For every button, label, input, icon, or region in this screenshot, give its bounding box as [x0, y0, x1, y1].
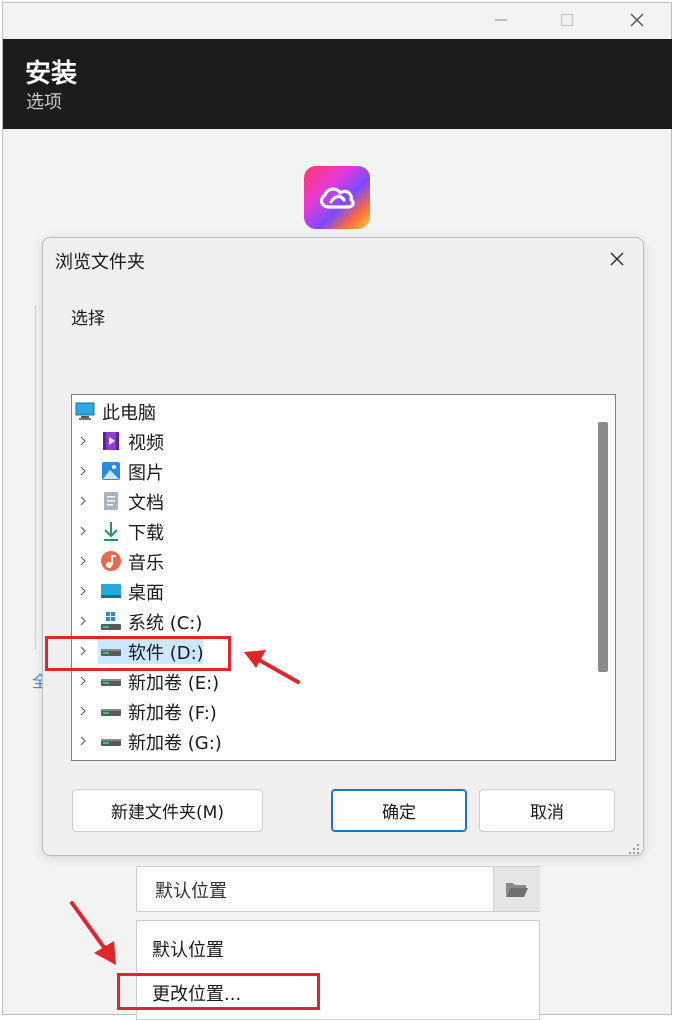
- pictures-folder-icon: [102, 462, 120, 480]
- creative-cloud-icon: [319, 187, 355, 209]
- tree-item-label: 视频: [128, 433, 164, 454]
- tree-item-label: 新加卷 (E:): [128, 673, 220, 694]
- chevron-right-icon[interactable]: [78, 616, 88, 626]
- tree-item-label: 音乐: [128, 553, 164, 574]
- computer-icon: [75, 402, 95, 420]
- tree-item-label: 图片: [128, 463, 164, 484]
- tree-item-label: 下载: [128, 523, 164, 544]
- desktop-folder-icon: [101, 584, 121, 598]
- maximize-icon: [560, 13, 574, 27]
- chevron-right-icon[interactable]: [78, 676, 88, 686]
- tree-item-label: 新加卷 (G:): [128, 733, 222, 754]
- chevron-right-icon[interactable]: [78, 466, 88, 476]
- chevron-right-icon[interactable]: [78, 496, 88, 506]
- close-icon: [610, 252, 624, 266]
- option-default-location[interactable]: 默认位置: [152, 936, 224, 962]
- tree-item-label: 桌面: [128, 583, 164, 604]
- tree-item[interactable]: 视频: [72, 427, 592, 455]
- documents-folder-icon: [104, 492, 118, 510]
- chevron-right-icon[interactable]: [78, 586, 88, 596]
- arrow-annotation-icon: [244, 650, 300, 684]
- minimize-icon: [495, 19, 507, 21]
- chevron-right-icon[interactable]: [78, 706, 88, 716]
- tree-item[interactable]: 新加卷 (G:): [72, 727, 592, 755]
- tree-item[interactable]: 文档: [72, 487, 592, 515]
- tree-scrollbar-thumb[interactable]: [598, 422, 608, 672]
- tree-item-label: 新加卷 (F:): [128, 703, 217, 724]
- location-value: 默认位置: [155, 881, 227, 902]
- cancel-button[interactable]: 取消: [479, 789, 615, 832]
- folder-open-icon: [506, 883, 528, 897]
- tree-item[interactable]: 系统 (C:): [72, 607, 592, 635]
- arrow-annotation-icon: [70, 901, 116, 965]
- chevron-right-icon[interactable]: [78, 436, 88, 446]
- resize-grip-icon[interactable]: [626, 841, 640, 855]
- video-folder-icon: [103, 432, 119, 450]
- minimize-button[interactable]: [478, 2, 524, 38]
- drive-icon: [101, 739, 121, 746]
- dialog-prompt: 选择: [71, 309, 105, 329]
- highlight-box-change-location: [117, 973, 320, 1010]
- chevron-right-icon[interactable]: [78, 736, 88, 746]
- close-icon: [630, 13, 644, 27]
- creative-cloud-logo: [304, 166, 370, 229]
- tree-item[interactable]: 音乐: [72, 547, 592, 575]
- system-drive-icon: [101, 612, 121, 630]
- tree-item[interactable]: 桌面: [72, 577, 592, 605]
- maximize-button[interactable]: [544, 2, 590, 38]
- installer-header: [3, 39, 672, 129]
- drive-icon: [101, 679, 121, 686]
- tree-item-label: 此电脑: [102, 403, 156, 424]
- header-title: 安装: [25, 59, 78, 89]
- tree-item[interactable]: 新加卷 (F:): [72, 697, 592, 725]
- highlight-box-drive-d: [45, 636, 231, 671]
- tree-item[interactable]: 图片: [72, 457, 592, 485]
- tree-item-label: 系统 (C:): [128, 613, 203, 634]
- chevron-right-icon[interactable]: [78, 556, 88, 566]
- tree-item[interactable]: 下载: [72, 517, 592, 545]
- browse-folder-button[interactable]: [493, 867, 540, 911]
- ok-button[interactable]: 确定: [331, 789, 467, 832]
- drive-icon: [101, 709, 121, 716]
- dialog-title: 浏览文件夹: [55, 252, 145, 273]
- download-folder-icon: [104, 522, 118, 541]
- header-subtitle: 选项: [26, 92, 62, 113]
- new-folder-button[interactable]: 新建文件夹(M): [72, 789, 263, 832]
- tree-item[interactable]: 新加卷 (E:): [72, 667, 592, 695]
- music-folder-icon: [101, 551, 121, 571]
- chevron-right-icon[interactable]: [78, 526, 88, 536]
- dialog-close-button[interactable]: [600, 244, 634, 274]
- tree-item[interactable]: 此电脑: [72, 397, 592, 425]
- tree-item-label: 文档: [128, 493, 164, 514]
- close-button[interactable]: [614, 2, 660, 38]
